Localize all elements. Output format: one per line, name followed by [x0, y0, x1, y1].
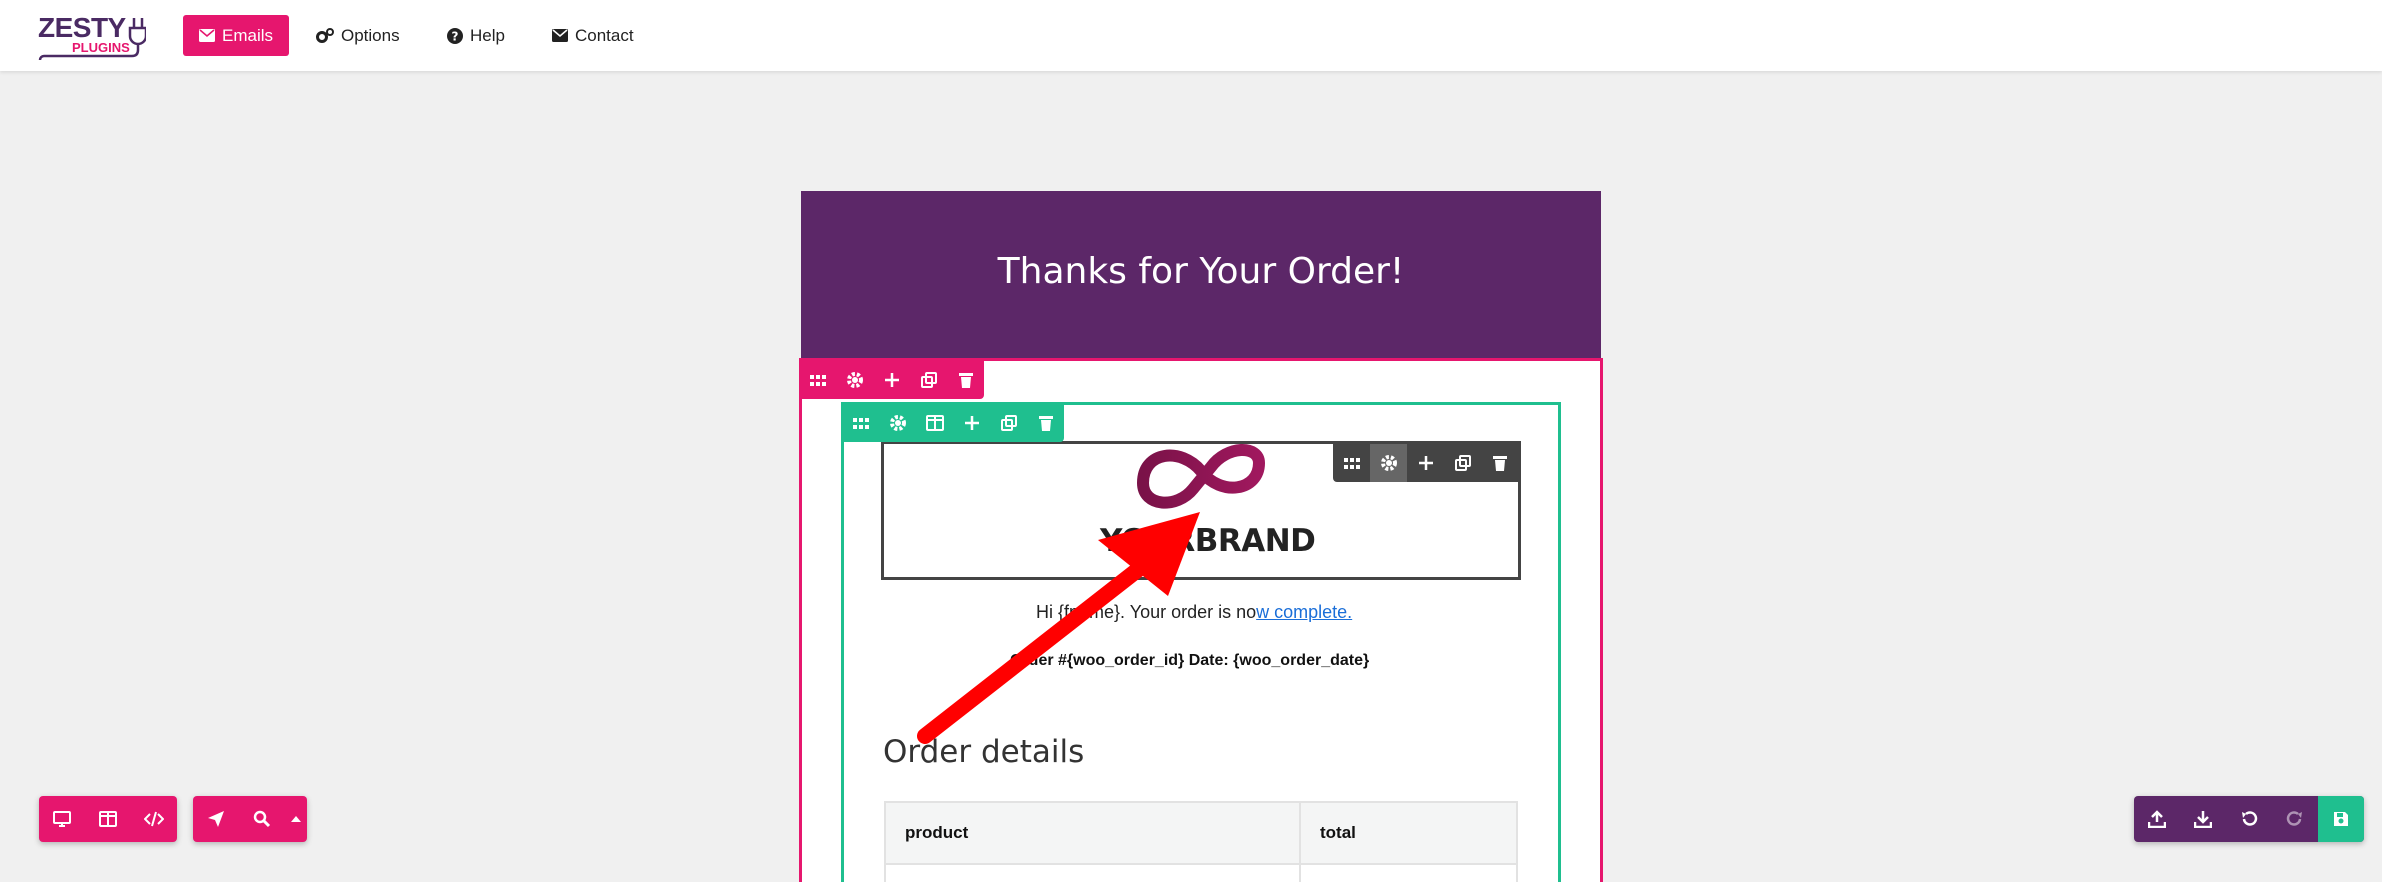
upload-icon[interactable] — [2134, 796, 2180, 842]
columns-view-icon[interactable] — [85, 796, 131, 842]
zoom-icon[interactable] — [239, 796, 285, 842]
undo-icon[interactable] — [2226, 796, 2272, 842]
file-actions-toolbar — [2134, 796, 2364, 842]
code-view-icon[interactable] — [131, 796, 177, 842]
view-mode-toolbar — [39, 796, 177, 842]
send-test-icon[interactable] — [193, 796, 239, 842]
red-arrow-annotation — [917, 512, 1200, 744]
download-icon[interactable] — [2180, 796, 2226, 842]
send-preview-toolbar — [193, 796, 307, 842]
desktop-view-icon[interactable] — [39, 796, 85, 842]
caret-up-icon[interactable] — [285, 796, 307, 842]
save-icon[interactable] — [2318, 796, 2364, 842]
redo-icon[interactable] — [2272, 796, 2318, 842]
